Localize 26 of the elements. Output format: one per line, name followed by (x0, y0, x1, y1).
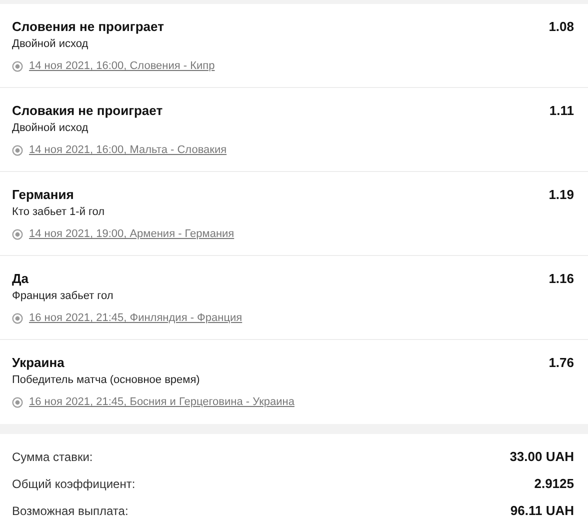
bet-odds: 1.11 (549, 103, 574, 118)
bet-title: Германия (12, 187, 74, 202)
summary-label: Общий коэффициент: (12, 476, 136, 490)
bet-odds: 1.16 (548, 271, 574, 286)
bet-market: Кто забьет 1-й гол (12, 206, 105, 218)
summary-label: Возможная выплата: (12, 504, 128, 518)
bet-odds: 1.08 (548, 19, 574, 34)
summary-value: 33.00 UAH (510, 449, 574, 464)
bet-odds: 1.76 (548, 355, 574, 370)
summary-value: 2.9125 (534, 476, 574, 491)
bet-title: Украина (12, 355, 64, 370)
summary-value: 96.11 UAH (510, 503, 574, 518)
event-link[interactable]: 16 ноя 2021, 21:45, Босния и Герцеговина - Украина (29, 396, 294, 408)
bet-market: Двойной исход (12, 122, 88, 134)
event-link[interactable]: 14 ноя 2021, 16:00, Словения - Кипр (29, 60, 215, 72)
bet-odds: 1.19 (548, 187, 574, 202)
summary-label: Сумма ставки: (12, 450, 93, 464)
event-link[interactable]: 14 ноя 2021, 16:00, Мальта - Словакия (29, 144, 227, 156)
bet-title: Словакия не проиграет (12, 103, 163, 118)
bet-title: Словения не проиграет (12, 19, 164, 34)
event-link[interactable]: 14 ноя 2021, 19:00, Армения - Германия (29, 228, 234, 240)
bet-market: Франция забьет гол (12, 290, 114, 302)
bet-title: Да (12, 271, 28, 286)
event-link[interactable]: 16 ноя 2021, 21:45, Финляндия - Франция (29, 312, 242, 324)
bet-market: Победитель матча (основное время) (12, 374, 200, 386)
bet-market: Двойной исход (12, 38, 88, 50)
